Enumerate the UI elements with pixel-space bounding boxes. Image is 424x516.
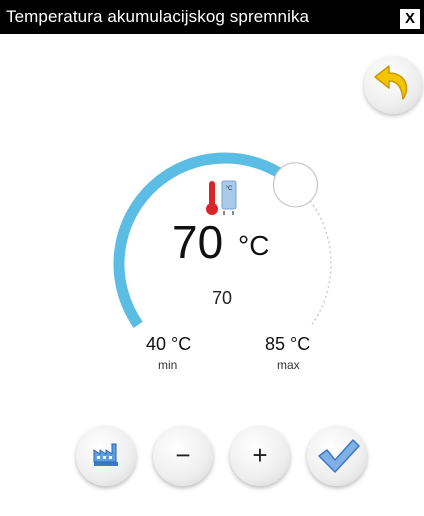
current-temperature: 70 [172, 216, 224, 268]
setpoint-value: 70 [212, 288, 233, 308]
factory-settings-button[interactable] [76, 426, 136, 486]
max-label: max [277, 358, 300, 372]
temperature-unit: °C [238, 230, 270, 261]
dial-knob[interactable] [272, 162, 319, 208]
increase-button[interactable]: + [230, 426, 290, 486]
min-label: min [158, 358, 178, 372]
factory-icon [93, 443, 118, 466]
max-value: 85 °C [265, 334, 311, 354]
thermometer-tank-icon: °C [205, 178, 241, 218]
confirm-button[interactable] [307, 426, 367, 486]
checkmark-icon [318, 439, 360, 473]
decrease-button[interactable]: − [153, 426, 213, 486]
thermo-badge: °C [226, 186, 233, 192]
min-value: 40 °C [146, 334, 192, 354]
